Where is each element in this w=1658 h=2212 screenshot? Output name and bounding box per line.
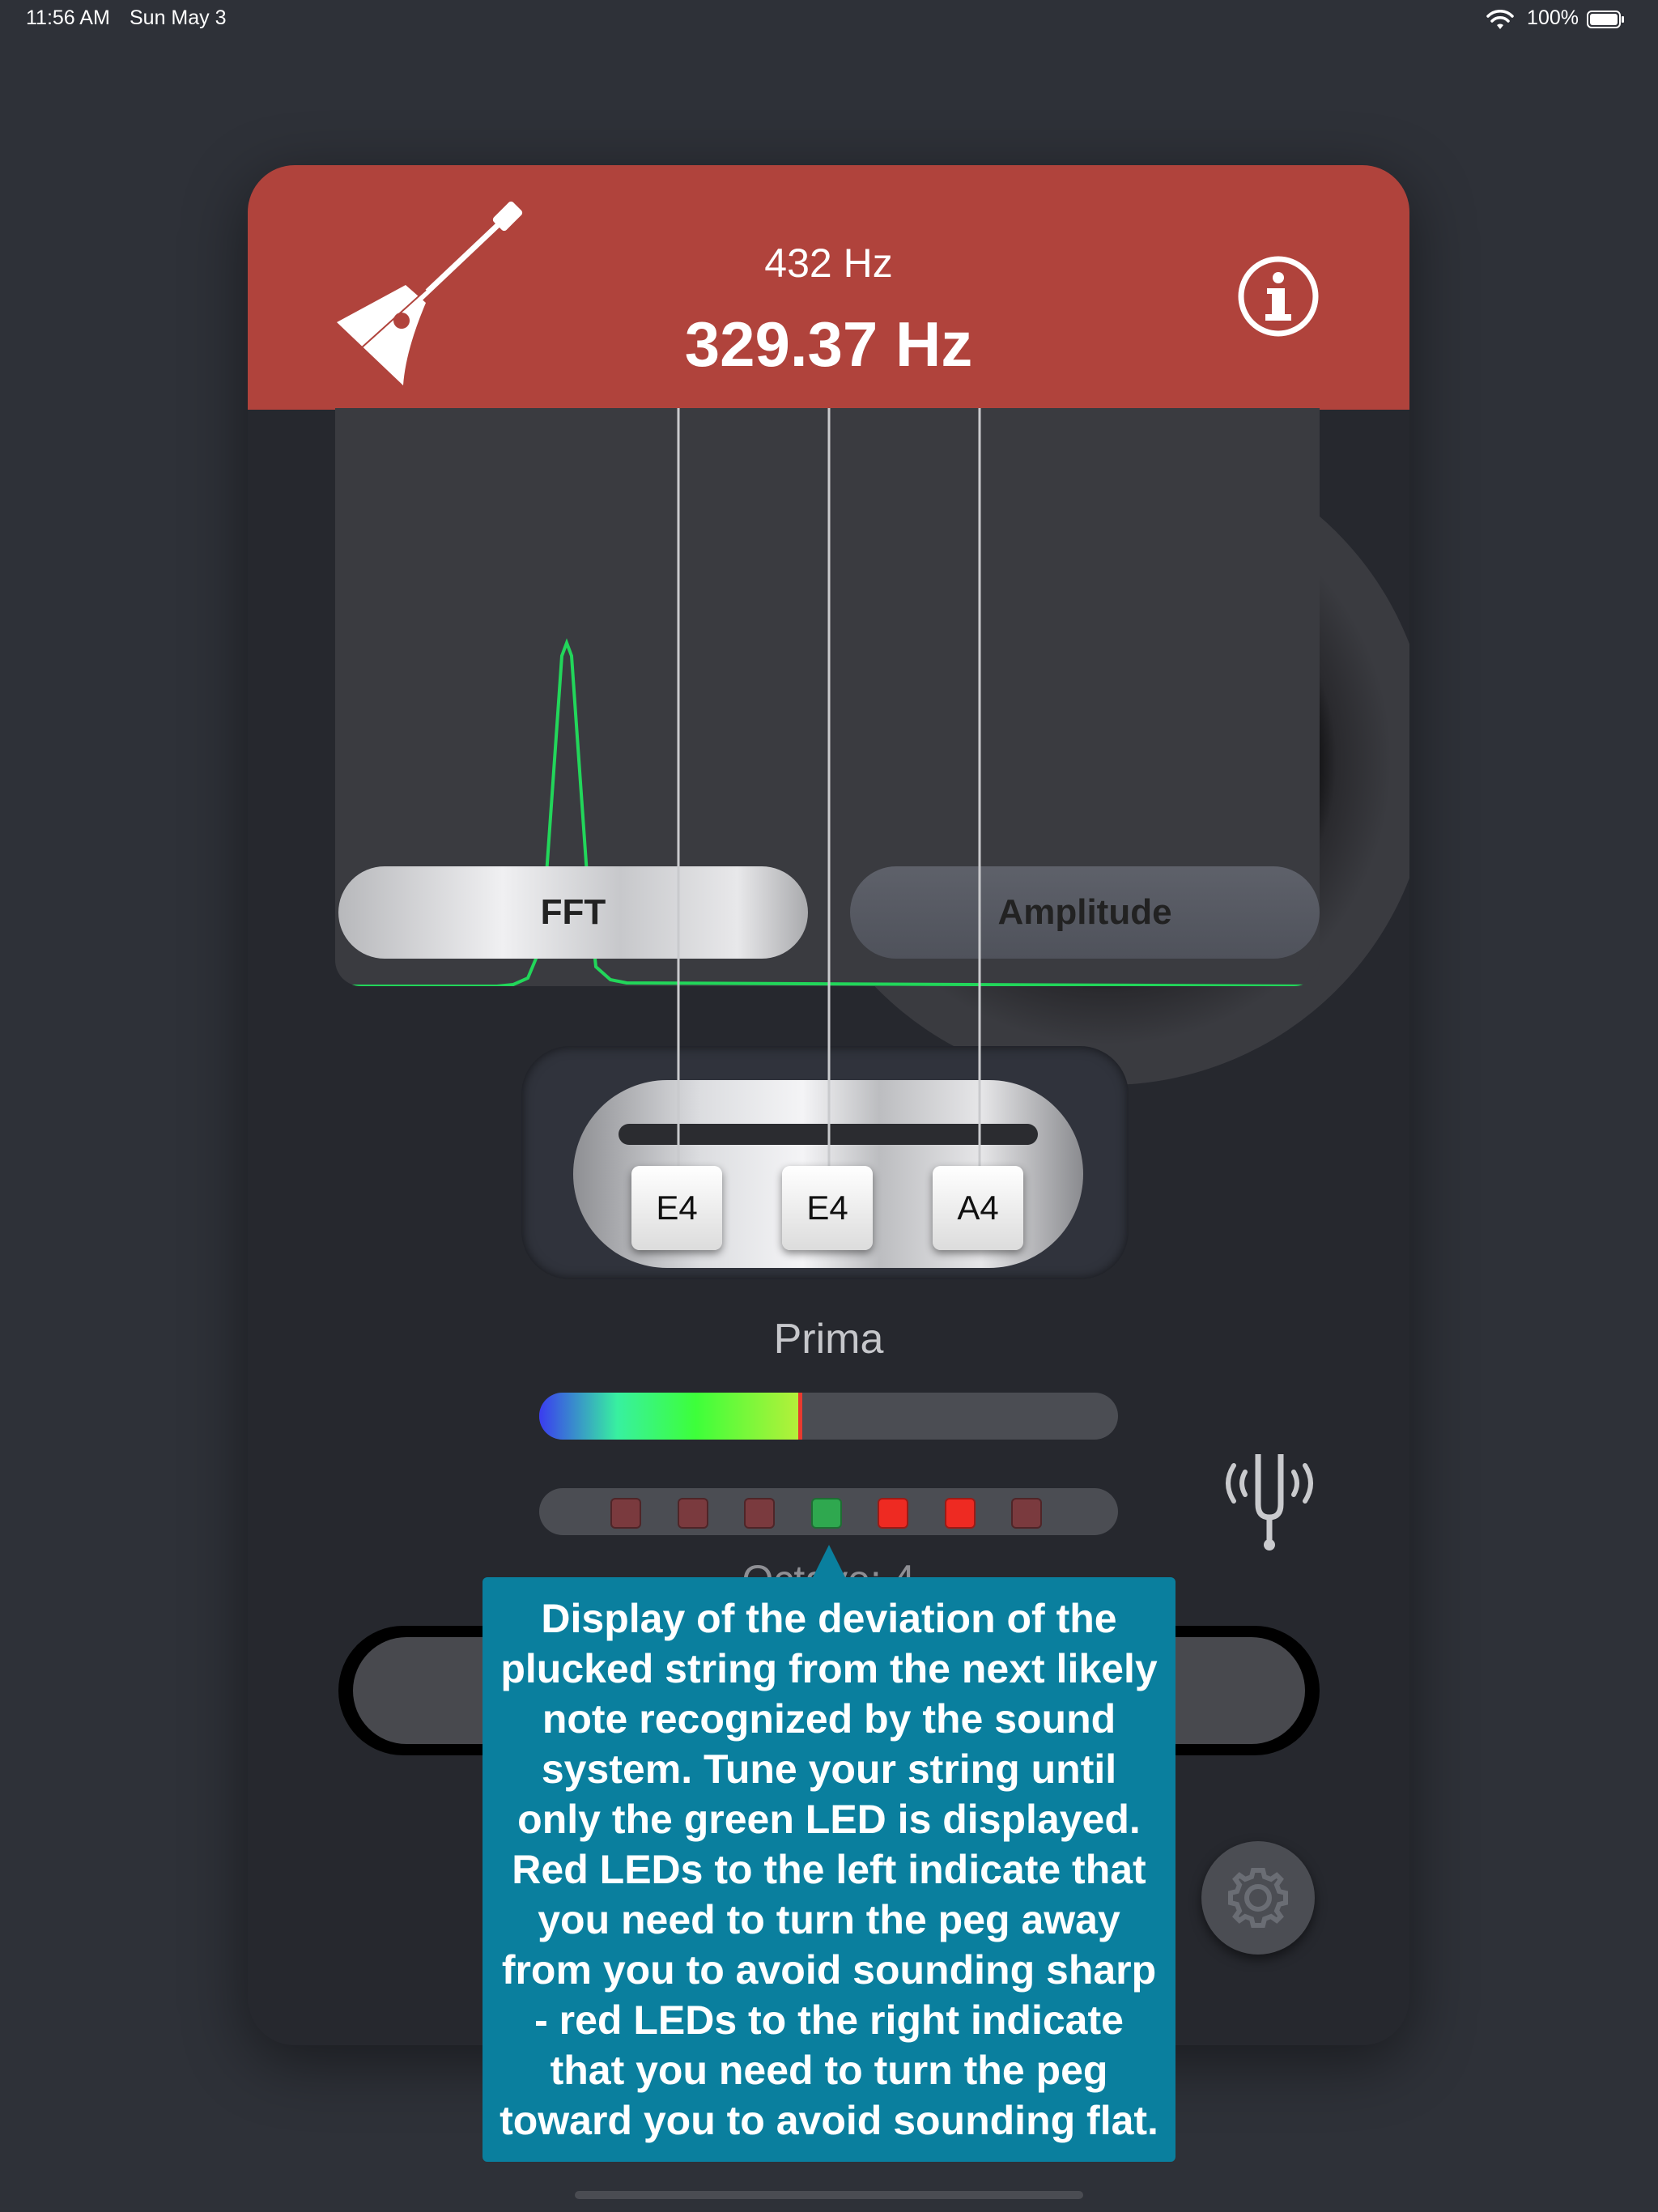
deviation-led-4 [811,1498,842,1529]
preset-label: Prima [773,1316,884,1363]
bridge-slot [619,1124,1038,1145]
home-indicator[interactable] [575,2191,1083,2199]
battery-percent: 100% [1527,6,1579,29]
deviation-led-1 [610,1498,641,1529]
deviation-led-2 [678,1498,708,1529]
string-note-2[interactable]: E4 [782,1166,873,1250]
deviation-led-6 [945,1498,976,1529]
deviation-led-5 [878,1498,908,1529]
string-note-1[interactable]: E4 [631,1166,722,1250]
deviation-led-bar [539,1488,1118,1535]
settings-button[interactable] [1201,1841,1315,1955]
level-meter [539,1393,1118,1440]
gear-icon [1228,1868,1288,1928]
status-bar: 11:56 AM Sun May 3 100% [0,0,1658,39]
status-date: Sun May 3 [130,6,227,29]
level-meter-fill [539,1393,800,1440]
wifi-icon [1486,10,1514,29]
status-time: 11:56 AM [26,6,110,29]
help-tooltip[interactable]: Display of the deviation of the plucked … [483,1577,1175,2162]
level-meter-marker [798,1393,802,1440]
info-icon[interactable] [1238,256,1319,337]
deviation-led-3 [744,1498,775,1529]
tooltip-text: Display of the deviation of the plucked … [500,1596,1158,2143]
deviation-led-7 [1011,1498,1042,1529]
tuning-fork-icon[interactable] [1216,1448,1323,1553]
string-note-3[interactable]: A4 [933,1166,1023,1250]
detected-frequency: 329.37 Hz [684,308,973,380]
header: 432 Hz 329.37 Hz [248,165,1409,410]
tooltip-arrow [813,1545,845,1577]
fft-mode-button[interactable]: FFT [338,866,808,959]
battery-icon [1587,11,1624,28]
amplitude-mode-button[interactable]: Amplitude [850,866,1320,959]
reference-frequency: 432 Hz [764,240,893,286]
